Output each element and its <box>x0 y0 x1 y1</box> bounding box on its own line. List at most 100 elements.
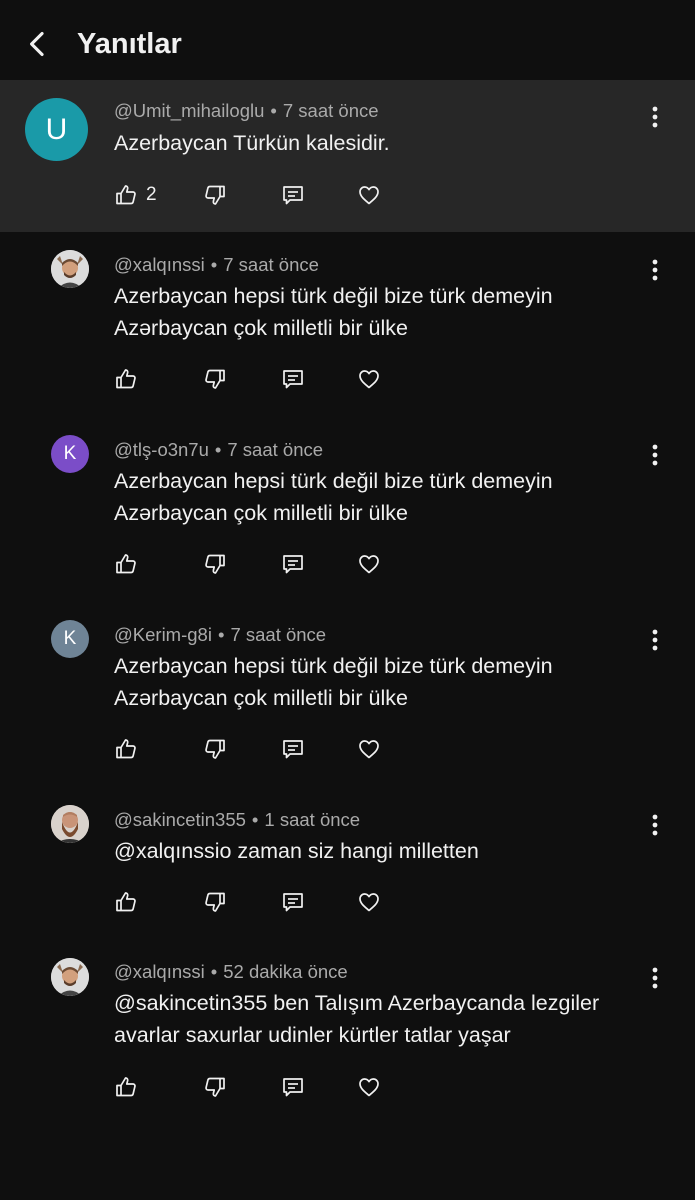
more-vertical-icon <box>652 444 658 466</box>
comment-line: Azərbaycan çok milletli bir ülke <box>114 501 408 525</box>
thumb-up-icon <box>116 739 136 759</box>
reply-button[interactable] <box>281 734 305 764</box>
dislike-button[interactable] <box>203 1072 227 1102</box>
comment-time: 7 saat önce <box>230 624 327 645</box>
avatar[interactable]: K <box>51 620 89 658</box>
heart-icon <box>359 1078 379 1097</box>
more-button[interactable] <box>640 440 670 470</box>
comment-line: avarlar saxurlar udinler kürtler tatlar … <box>114 1023 511 1047</box>
like-button[interactable] <box>114 1072 138 1102</box>
reply-icon <box>283 370 303 389</box>
comment-line: Azerbaycan hepsi türk değil bize türk de… <box>114 469 553 493</box>
avatar-letter: K <box>63 628 77 649</box>
comment-line: Azerbaycan hepsi türk değil bize türk de… <box>114 284 553 308</box>
more-vertical-icon <box>652 106 658 128</box>
reply-button[interactable] <box>281 364 305 394</box>
heart-icon <box>359 555 379 574</box>
heart-button[interactable] <box>357 549 381 579</box>
avatar[interactable]: K <box>51 435 89 473</box>
thumb-down-icon <box>205 739 225 759</box>
comment-time: 7 saat önce <box>223 254 319 275</box>
chevron-left-icon <box>30 31 44 57</box>
avatar-letter: K <box>63 443 77 464</box>
comment-time: 52 dakika önce <box>223 961 348 982</box>
page-title: Yanıtlar <box>77 28 182 60</box>
comment-actions <box>114 887 414 917</box>
dislike-button[interactable] <box>203 180 227 210</box>
thumb-down-icon <box>205 554 225 574</box>
avatar[interactable] <box>51 958 89 996</box>
thumb-up-icon <box>116 185 136 205</box>
more-button[interactable] <box>640 102 670 132</box>
reply-icon <box>283 1078 303 1097</box>
dislike-button[interactable] <box>203 734 227 764</box>
comment-line: @sakincetin355 ben Talışım Azerbaycanda … <box>114 991 600 1015</box>
like-button[interactable] <box>114 734 138 764</box>
reply-button[interactable] <box>281 549 305 579</box>
comment-text: @sakincetin355 ben Talışım Azerbaycanda … <box>114 987 654 1051</box>
reply-button[interactable] <box>281 887 305 917</box>
comment-time: 7 saat önce <box>282 100 379 121</box>
reply-icon <box>283 893 303 912</box>
more-vertical-icon <box>652 629 658 651</box>
more-button[interactable] <box>640 810 670 840</box>
thumb-down-icon <box>205 892 225 912</box>
like-button[interactable] <box>114 364 138 394</box>
comment-author[interactable]: @sakincetin355 <box>114 809 246 830</box>
comment-text: Azerbaycan hepsi türk değil bize türk de… <box>114 465 654 529</box>
like-count: 2 <box>146 184 157 205</box>
heart-button[interactable] <box>357 1072 381 1102</box>
reply-comment: K @Kerim-g8i • 7 saat önce Azerbaycan heps… <box>0 602 695 787</box>
comment-actions: 2 <box>114 180 414 210</box>
more-vertical-icon <box>652 259 658 281</box>
heart-icon <box>359 740 379 759</box>
like-button[interactable] <box>114 549 138 579</box>
more-button[interactable] <box>640 963 670 993</box>
more-vertical-icon <box>652 814 658 836</box>
reply-comment: @sakincetin355 • 1 saat önce @xalqınssio z… <box>0 787 695 940</box>
comment-line: Azərbaycan çok milletli bir ülke <box>114 316 408 340</box>
comment-author[interactable]: @xalqınssi <box>114 961 205 982</box>
reply-button[interactable] <box>281 180 305 210</box>
avatar[interactable]: U <box>25 98 88 161</box>
thumb-down-icon <box>205 185 225 205</box>
comment-meta: @xalqınssi • 52 dakika önce <box>114 961 348 982</box>
heart-icon <box>359 186 379 205</box>
comment-author[interactable]: @xalqınssi <box>114 254 205 275</box>
reply-icon <box>283 740 303 759</box>
more-button[interactable] <box>640 625 670 655</box>
comment-meta: @Umit_mihailoglu • 7 saat önce <box>114 100 379 121</box>
heart-button[interactable] <box>357 180 381 210</box>
thumb-down-icon <box>205 1077 225 1097</box>
reply-icon <box>283 555 303 574</box>
comment-line: Azərbaycan çok milletli bir ülke <box>114 686 408 710</box>
dislike-button[interactable] <box>203 887 227 917</box>
heart-button[interactable] <box>357 734 381 764</box>
comment-author[interactable]: @tlş-o3n7u <box>114 439 209 460</box>
comment-actions <box>114 549 414 579</box>
thumb-up-icon <box>116 369 136 389</box>
avatar[interactable] <box>51 805 89 843</box>
like-button[interactable] <box>114 887 138 917</box>
like-button[interactable]: 2 <box>114 180 157 210</box>
back-button[interactable] <box>18 24 58 64</box>
comment-meta: @tlş-o3n7u • 7 saat önce <box>114 439 324 460</box>
comment-author[interactable]: @Kerim-g8i <box>114 624 212 645</box>
avatar[interactable] <box>51 250 89 288</box>
reply-button[interactable] <box>281 1072 305 1102</box>
comment-author[interactable]: @Umit_mihailoglu <box>114 100 264 121</box>
heart-button[interactable] <box>357 887 381 917</box>
heart-button[interactable] <box>357 364 381 394</box>
more-vertical-icon <box>652 967 658 989</box>
dislike-button[interactable] <box>203 364 227 394</box>
avatar-photo-icon <box>51 958 89 996</box>
dislike-button[interactable] <box>203 549 227 579</box>
thumb-up-icon <box>116 554 136 574</box>
comment-line: @xalqınssio zaman siz hangi milletten <box>114 839 479 863</box>
reply-comment: @xalqınssi • 7 saat önce Azerbaycan hepsi … <box>0 232 695 417</box>
avatar-photo-icon <box>51 250 89 288</box>
heart-icon <box>359 370 379 389</box>
comment-line: Azerbaycan hepsi türk değil bize türk de… <box>114 654 553 678</box>
more-button[interactable] <box>640 255 670 285</box>
comment-text: Azerbaycan Türkün kalesidir. <box>114 127 654 159</box>
